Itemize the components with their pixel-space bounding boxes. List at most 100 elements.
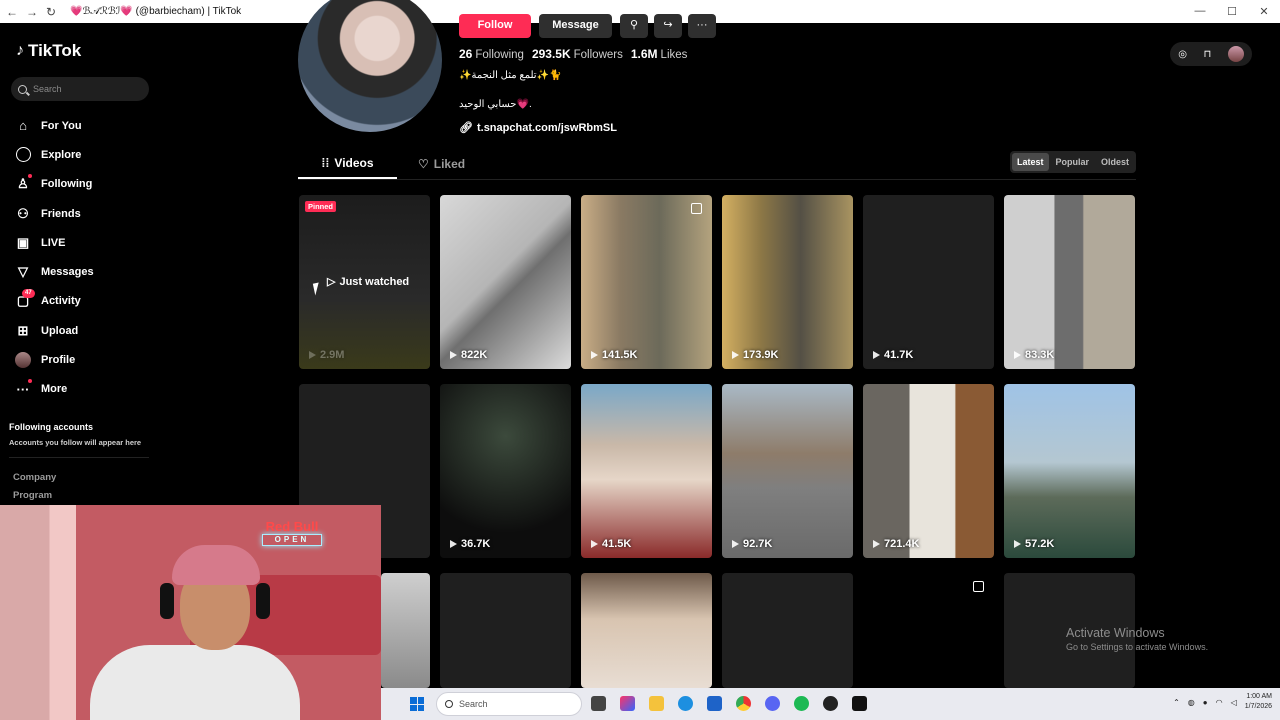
sidebar-item-label: Explore [41, 148, 82, 161]
video-tile[interactable]: 721.4K [863, 384, 994, 558]
sidebar-item-following[interactable]: ♙ Following [14, 170, 94, 199]
sidebar-item-label: Friends [41, 207, 81, 220]
view-count: 141.5K [591, 349, 637, 361]
forward-icon[interactable]: → [26, 5, 38, 19]
profile-link[interactable]: 🔗︎ t.snapchat.com/jswRbmSL [459, 121, 617, 135]
program-link[interactable]: Program [13, 490, 52, 501]
sidebar-item-label: Upload [41, 324, 79, 337]
more-icon: ··· [16, 381, 30, 397]
message-button[interactable]: Message [539, 14, 612, 38]
mic-icon[interactable]: ● [1203, 698, 1208, 707]
tiktok-logo[interactable]: ♪ TikTok [16, 41, 81, 61]
video-tile[interactable]: 41.5K [581, 384, 712, 558]
video-tile[interactable]: 822K [440, 195, 571, 369]
wifi-icon[interactable]: ◠ [1216, 698, 1223, 707]
video-tile[interactable]: 83.3K [1004, 195, 1135, 369]
sidebar-item-label: LIVE [41, 236, 66, 249]
video-tile[interactable] [722, 573, 853, 688]
minimize-button[interactable]: — [1184, 5, 1216, 18]
tab-videos[interactable]: ⁞⁞ Videos [298, 149, 397, 179]
chrome-icon[interactable] [736, 696, 751, 711]
volume-icon[interactable]: ◁ [1231, 698, 1237, 707]
video-tile[interactable] [581, 573, 712, 688]
video-tile[interactable]: 57.2K [1004, 384, 1135, 558]
obs-icon[interactable] [823, 696, 838, 711]
window-title: 💗ℬ𝒜ℛℬℐ💗 (@barbiecham) | TikTok [70, 6, 242, 17]
sort-latest[interactable]: Latest [1012, 153, 1049, 171]
add-friend-icon[interactable]: ⚲ [620, 14, 648, 38]
sidebar-item-more[interactable]: ··· More [14, 375, 94, 404]
activate-windows-watermark: Activate Windows Go to Settings to activ… [1066, 626, 1209, 652]
company-link[interactable]: Company [13, 472, 56, 483]
search-input[interactable]: Search [11, 77, 149, 101]
maximize-button[interactable]: ☐ [1216, 5, 1248, 18]
windows-start-icon[interactable] [410, 697, 424, 711]
sidebar-item-activity[interactable]: ▢ 47 Activity [14, 287, 94, 316]
coins-icon[interactable]: ◎ [1178, 49, 1187, 60]
edge-icon[interactable] [678, 696, 693, 711]
tab-liked[interactable]: ♡ Liked [418, 149, 465, 179]
following-icon: ♙ [17, 176, 29, 192]
window-controls: — ☐ ✕ [1184, 5, 1280, 18]
taskbar-search[interactable]: Search [436, 692, 582, 716]
video-tile[interactable]: 173.9K [722, 195, 853, 369]
messages-icon: ▽ [18, 264, 28, 280]
sort-popular[interactable]: Popular [1051, 153, 1095, 171]
screen: ← → ↻ 💗ℬ𝒜ℛℬℐ💗 (@barbiecham) | TikTok — ☐… [0, 0, 1280, 720]
clock[interactable]: 1:00 AM 1/7/2026 [1245, 692, 1272, 712]
sidebar-item-label: Profile [41, 354, 76, 367]
view-count: 2.9M [309, 349, 344, 361]
view-count: 721.4K [873, 538, 919, 550]
sidebar-item-for-you[interactable]: ⌂ For You [14, 111, 94, 140]
video-tile[interactable] [863, 573, 994, 688]
sidebar-item-friends[interactable]: ⚇ Friends [14, 199, 94, 228]
following-count[interactable]: 26 Following [459, 47, 524, 61]
system-tray: ⌃ ◍ ● ◠ ◁ 1:00 AM 1/7/2026 [1173, 692, 1272, 712]
streamer-shirt [90, 645, 300, 720]
inbox-icon[interactable]: ⊓ [1203, 49, 1211, 60]
bio-line: ✨تلمع مثل النجمة✨🐈 [459, 70, 562, 81]
network-icon[interactable]: ◍ [1188, 698, 1195, 707]
video-tile[interactable]: 92.7K [722, 384, 853, 558]
follow-button[interactable]: Follow [459, 14, 531, 38]
video-tile[interactable]: 41.7K [863, 195, 994, 369]
sidebar-item-label: Messages [41, 266, 94, 279]
profile-avatar [298, 0, 442, 132]
more-options-icon[interactable]: ··· [688, 14, 716, 38]
tiktok-app-icon[interactable] [852, 696, 867, 711]
avatar[interactable] [1227, 46, 1244, 62]
logo-text: TikTok [28, 41, 82, 60]
spotify-icon[interactable] [794, 696, 809, 711]
back-icon[interactable]: ← [6, 5, 18, 19]
header-actions: ◎ ⊓ [1170, 42, 1252, 66]
share-icon[interactable]: ↪ [654, 14, 682, 38]
video-tile[interactable] [440, 573, 571, 688]
photo-carousel-icon [691, 203, 702, 214]
file-explorer-icon[interactable] [649, 696, 664, 711]
task-view-icon[interactable] [591, 696, 606, 711]
sidebar-item-upload[interactable]: ⊞ Upload [14, 316, 94, 345]
discord-icon[interactable] [765, 696, 780, 711]
compass-icon [14, 146, 32, 164]
refresh-icon[interactable]: ↻ [46, 5, 56, 19]
home-icon: ⌂ [19, 118, 27, 134]
sidebar-item-profile[interactable]: Profile [14, 345, 94, 374]
video-tile[interactable]: 141.5K [581, 195, 712, 369]
followers-count[interactable]: 293.5K Followers [532, 47, 623, 61]
sidebar-item-messages[interactable]: ▽ Messages [14, 257, 94, 286]
upload-icon: ⊞ [17, 322, 29, 338]
sidebar-item-explore[interactable]: Explore [14, 140, 94, 169]
search-icon [18, 84, 27, 94]
taskbar: Search ⌃ ◍ ● ◠ ◁ 1:00 AM 1/7/2026 [381, 688, 1280, 720]
chevron-up-icon[interactable]: ⌃ [1173, 698, 1180, 707]
grid-icon: ⁞⁞ [321, 156, 330, 170]
sidebar-item-live[interactable]: ▣ LIVE [14, 228, 94, 257]
sort-oldest[interactable]: Oldest [1096, 153, 1134, 171]
view-count: 41.5K [591, 538, 631, 550]
sidebar-item-label: Activity [41, 295, 81, 308]
store-icon[interactable] [707, 696, 722, 711]
video-tile[interactable]: 36.7K [440, 384, 571, 558]
video-tile[interactable] [381, 573, 430, 688]
close-button[interactable]: ✕ [1248, 5, 1280, 18]
copilot-icon[interactable] [620, 696, 635, 711]
